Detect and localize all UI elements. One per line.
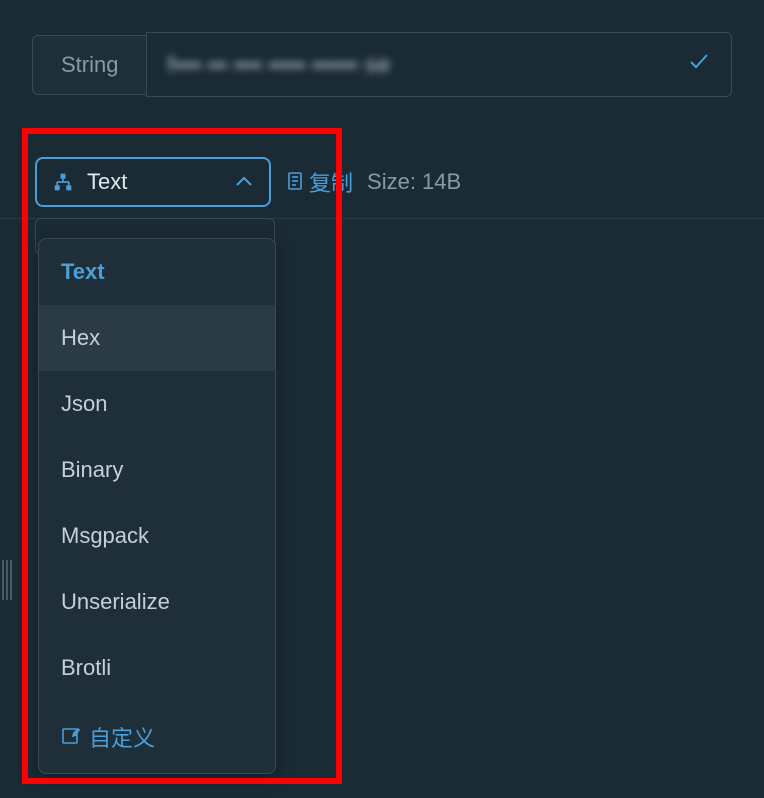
format-current-label: Text	[87, 169, 221, 195]
dropdown-option-text[interactable]: Text	[39, 239, 275, 305]
dropdown-custom-label: 自定义	[89, 721, 155, 753]
format-row: Text 复制 Size: 14B	[0, 137, 764, 207]
copy-button[interactable]: 复制	[285, 166, 353, 198]
format-dropdown: Text Hex Json Binary Msgpack Unserialize…	[38, 238, 276, 774]
dropdown-option-custom[interactable]: 自定义	[39, 701, 275, 773]
copy-label: 复制	[309, 166, 353, 198]
dropdown-option-binary[interactable]: Binary	[39, 437, 275, 503]
header-bar: String f▪▪▪·▪▪·▪▪▪·▪▪▪▪·▪▪▪▪▪·se	[0, 0, 764, 97]
size-label: Size: 14B	[367, 169, 461, 195]
resize-handle[interactable]	[0, 560, 16, 600]
value-text: f▪▪▪·▪▪·▪▪▪·▪▪▪▪·▪▪▪▪▪·se	[167, 52, 675, 78]
tree-icon	[53, 172, 73, 192]
dropdown-option-brotli[interactable]: Brotli	[39, 635, 275, 701]
value-field[interactable]: f▪▪▪·▪▪·▪▪▪·▪▪▪▪·▪▪▪▪▪·se	[146, 32, 732, 97]
check-icon[interactable]	[687, 49, 711, 80]
dropdown-option-json[interactable]: Json	[39, 371, 275, 437]
dropdown-option-msgpack[interactable]: Msgpack	[39, 503, 275, 569]
dropdown-option-hex[interactable]: Hex	[39, 305, 275, 371]
copy-icon	[285, 171, 305, 193]
chevron-up-icon	[235, 172, 253, 193]
format-select-button[interactable]: Text	[35, 157, 271, 207]
type-label: String	[32, 35, 146, 95]
dropdown-option-unserialize[interactable]: Unserialize	[39, 569, 275, 635]
edit-icon	[61, 727, 81, 747]
